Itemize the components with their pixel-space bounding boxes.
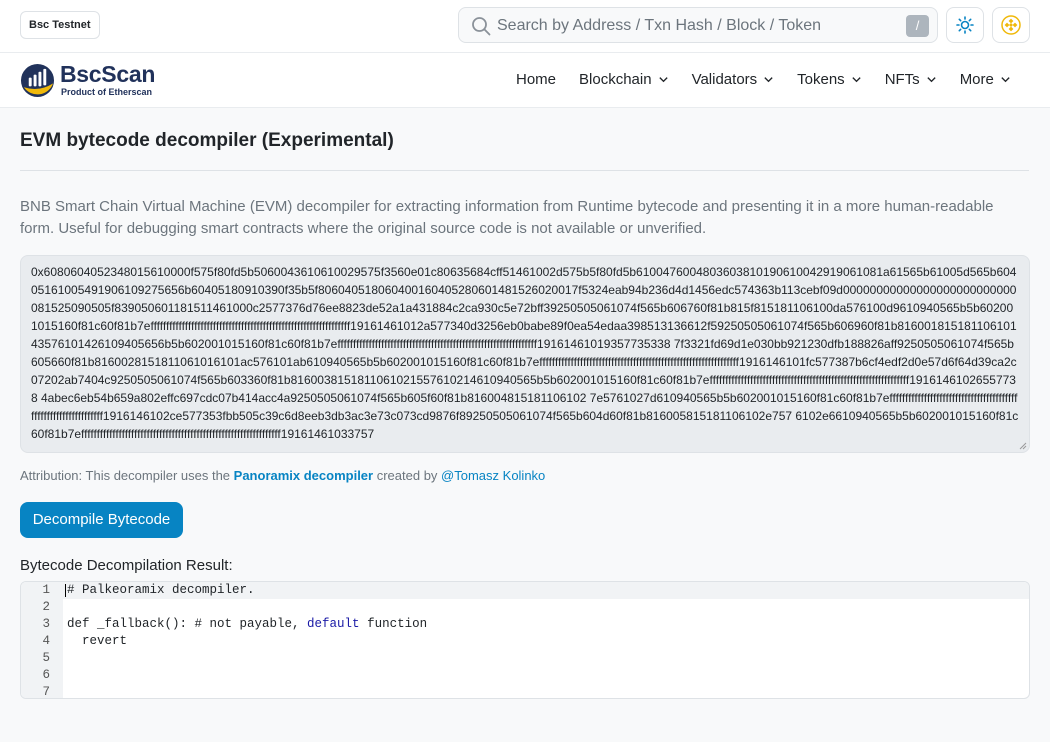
resize-handle-icon[interactable] <box>1019 442 1027 450</box>
decompilation-result-editor[interactable]: 1 # Palkeoramix decompiler. 2 3 def _fal… <box>20 581 1030 699</box>
panoramix-link[interactable]: Panoramix decompiler <box>234 468 373 483</box>
bytecode-value: 0x6080604052348015610000f575f80fd5b50600… <box>31 265 1019 441</box>
line-number: 4 <box>42 634 50 648</box>
chevron-down-icon <box>852 77 861 83</box>
decompile-bytecode-button[interactable]: Decompile Bytecode <box>20 502 183 538</box>
code-text: def _fallback(): # not payable, default … <box>67 616 427 633</box>
code-line: 1 # Palkeoramix decompiler. <box>21 582 1029 599</box>
code-line: 6 <box>21 667 1029 684</box>
main-navbar: BscScan Product of Etherscan Home Blockc… <box>0 53 1050 108</box>
nav-item-label: Tokens <box>797 71 845 88</box>
page-description: BNB Smart Chain Virtual Machine (EVM) de… <box>20 198 994 237</box>
bnb-chain-button[interactable] <box>992 7 1030 43</box>
nav-item-blockchain[interactable]: Blockchain <box>579 71 669 88</box>
bnb-icon <box>1001 15 1021 35</box>
line-number: 7 <box>42 685 50 699</box>
code-line: 5 <box>21 650 1029 667</box>
code-segment: def _fallback(): # not payable, <box>67 617 308 631</box>
nav-item-label: More <box>959 71 994 88</box>
code-line: 2 <box>21 599 1029 616</box>
attribution-text: Attribution: This decompiler uses the Pa… <box>20 468 545 483</box>
line-number: 3 <box>42 617 50 631</box>
code-text: # Palkeoramix decompiler. <box>67 583 255 597</box>
bytecode-textarea[interactable]: 0x6080604052348015610000f575f80fd5b50600… <box>20 255 1030 453</box>
text-cursor <box>65 584 66 597</box>
sun-icon <box>956 16 974 34</box>
nav-item-more[interactable]: More <box>960 71 1011 88</box>
nav-item-label: Home <box>516 71 557 88</box>
brand-tagline: Product of Etherscan <box>61 87 153 97</box>
code-line: 3 def _fallback(): # not payable, defaul… <box>21 616 1029 633</box>
nav-item-label: NFTs <box>884 71 920 88</box>
attribution-prefix: Attribution: This decompiler uses the <box>20 468 234 483</box>
nav-item-label: Validators <box>691 71 758 88</box>
code-line: 4 revert <box>21 633 1029 650</box>
title-divider <box>20 170 1029 171</box>
page-title: EVM bytecode decompiler (Experimental) <box>20 130 394 151</box>
code-keyword: default <box>307 617 360 631</box>
attribution-middle: created by <box>373 468 442 483</box>
nav-item-label: Blockchain <box>579 71 652 88</box>
line-number: 1 <box>42 583 50 597</box>
network-badge[interactable]: Bsc Testnet <box>20 11 100 39</box>
brand-name: BscScan <box>60 61 156 87</box>
theme-toggle-button[interactable] <box>946 7 984 43</box>
search-box[interactable]: Search by Address / Txn Hash / Block / T… <box>458 7 938 43</box>
chevron-down-icon <box>764 77 773 83</box>
bscscan-logo-icon <box>20 63 55 98</box>
result-label: Bytecode Decompilation Result: <box>20 557 233 574</box>
line-number: 2 <box>42 600 50 614</box>
code-text: revert <box>67 634 128 648</box>
nav-item-nfts[interactable]: NFTs <box>885 71 937 88</box>
code-segment: function <box>359 617 428 631</box>
chevron-down-icon <box>927 77 936 83</box>
chevron-down-icon <box>1001 77 1010 83</box>
chevron-down-icon <box>658 77 668 83</box>
line-number: 6 <box>42 668 50 682</box>
search-icon <box>472 17 491 36</box>
nav-item-tokens[interactable]: Tokens <box>797 71 862 88</box>
author-link[interactable]: @Tomasz Kolinko <box>441 468 545 483</box>
search-input[interactable]: Search by Address / Txn Hash / Block / T… <box>497 17 821 35</box>
nav-menu: Home Blockchain Validators Tokens NFTs M… <box>516 71 1034 88</box>
code-line: 7 <box>21 684 1029 699</box>
line-number: 5 <box>42 651 50 665</box>
nav-item-home[interactable]: Home <box>516 71 556 88</box>
search-shortcut-key: / <box>906 15 929 37</box>
nav-item-validators[interactable]: Validators <box>692 71 775 88</box>
top-bar: Bsc Testnet Search by Address / Txn Hash… <box>0 0 1050 53</box>
